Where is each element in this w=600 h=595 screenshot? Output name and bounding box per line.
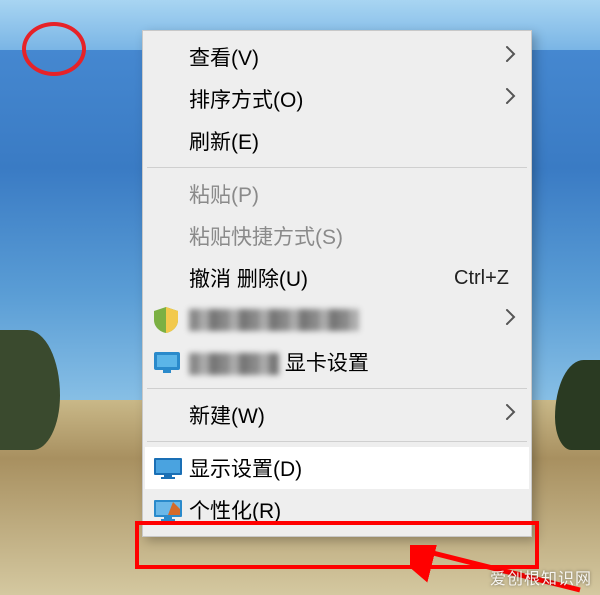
menu-item-sort[interactable]: 排序方式(O) <box>145 78 529 120</box>
menu-separator <box>147 167 527 168</box>
monitor-icon <box>153 453 189 483</box>
menu-label-refresh: 刷新(E) <box>189 126 517 156</box>
menu-label-paste: 粘贴(P) <box>189 179 517 209</box>
icon-slot-empty <box>153 221 189 251</box>
redacted-text <box>189 309 359 331</box>
chevron-right-icon <box>499 308 517 332</box>
icon-slot-empty <box>153 42 189 72</box>
chevron-right-icon <box>499 45 517 69</box>
icon-slot-empty <box>153 400 189 430</box>
menu-label-undo: 撤消 删除(U) <box>189 263 454 293</box>
menu-separator <box>147 441 527 442</box>
display-chip-icon <box>153 347 189 377</box>
watermark-text: 爱创根知识网 <box>490 565 592 589</box>
menu-label-sort: 排序方式(O) <box>189 84 499 114</box>
menu-label-new: 新建(W) <box>189 400 499 430</box>
menu-label-vendor-1 <box>189 308 499 332</box>
menu-shortcut-undo: Ctrl+Z <box>454 267 509 290</box>
chevron-right-icon <box>499 403 517 427</box>
menu-label-view: 查看(V) <box>189 42 499 72</box>
menu-item-undo[interactable]: 撤消 删除(U) Ctrl+Z <box>145 257 529 299</box>
menu-item-paste: 粘贴(P) <box>145 173 529 215</box>
menu-label-vendor-2: 显卡设置 <box>189 347 517 377</box>
menu-item-refresh[interactable]: 刷新(E) <box>145 120 529 162</box>
menu-label-display-settings: 显示设置(D) <box>189 453 517 483</box>
menu-item-paste-shortcut: 粘贴快捷方式(S) <box>145 215 529 257</box>
shield-icon <box>153 305 189 335</box>
icon-slot-empty <box>153 126 189 156</box>
menu-item-vendor-2[interactable]: 显卡设置 <box>145 341 529 383</box>
menu-item-vendor-1[interactable] <box>145 299 529 341</box>
menu-label-paste-shortcut: 粘贴快捷方式(S) <box>189 221 517 251</box>
menu-label-vendor-2-suffix: 显卡设置 <box>285 352 369 375</box>
annotation-highlight-rect <box>135 521 539 569</box>
menu-item-display-settings[interactable]: 显示设置(D) <box>145 447 529 489</box>
desktop-context-menu: 查看(V) 排序方式(O) 刷新(E) 粘贴(P) 粘贴快捷方式(S) 撤消 删… <box>142 30 532 537</box>
icon-slot-empty <box>153 179 189 209</box>
icon-slot-empty <box>153 84 189 114</box>
menu-separator <box>147 388 527 389</box>
annotation-circle <box>22 22 86 76</box>
menu-item-new[interactable]: 新建(W) <box>145 394 529 436</box>
icon-slot-empty <box>153 263 189 293</box>
redacted-text <box>189 353 279 375</box>
menu-item-view[interactable]: 查看(V) <box>145 36 529 78</box>
chevron-right-icon <box>499 87 517 111</box>
